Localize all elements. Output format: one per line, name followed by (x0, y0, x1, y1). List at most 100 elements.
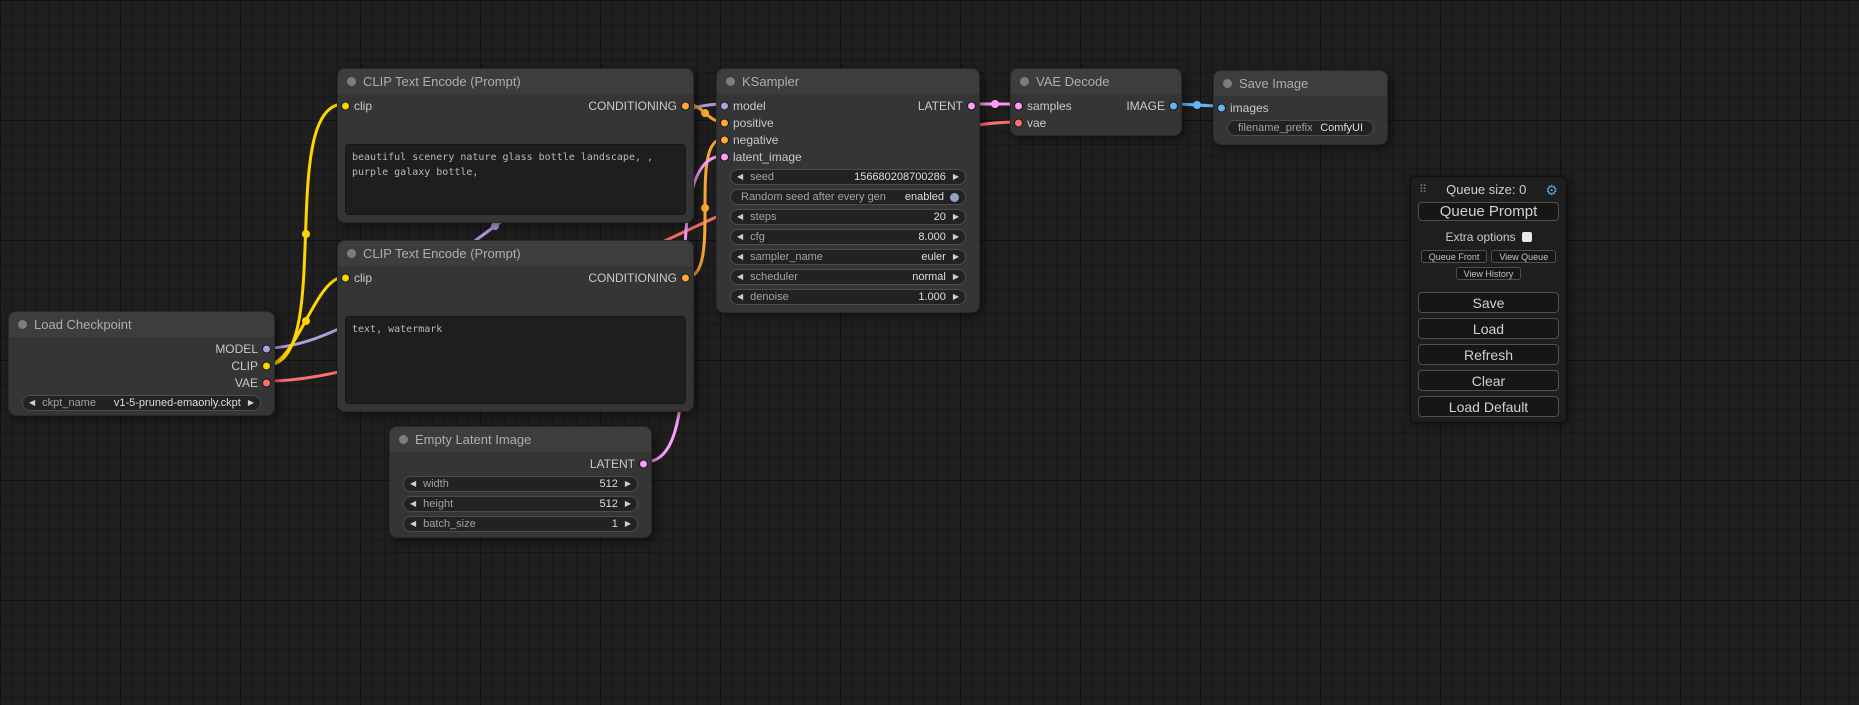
output-row-latent: LATENT (390, 455, 651, 472)
vae-input-port[interactable] (1014, 118, 1023, 127)
latent-image-input-port[interactable] (720, 152, 729, 161)
drag-handle-icon[interactable]: ⠿ (1419, 183, 1427, 196)
load-default-button[interactable]: Load Default (1418, 396, 1559, 417)
decrement-arrow-icon[interactable]: ◀ (737, 253, 743, 261)
vae-output-port[interactable] (262, 378, 271, 387)
increment-arrow-icon[interactable]: ▶ (625, 520, 631, 528)
decrement-arrow-icon[interactable]: ◀ (737, 273, 743, 281)
increment-arrow-icon[interactable]: ▶ (953, 173, 959, 181)
settings-gear-icon[interactable]: ⚙ (1545, 183, 1558, 197)
output-row-clip: CLIP (9, 357, 274, 374)
node-clip-text-encode-negative[interactable]: CLIP Text Encode (Prompt) clip CONDITION… (337, 240, 694, 412)
model-input-port[interactable] (720, 101, 729, 110)
negative-prompt-input[interactable]: text, watermark (345, 316, 686, 404)
widget-value: 512 (599, 498, 617, 510)
height-widget[interactable]: ◀ height 512 ▶ (403, 496, 638, 512)
clip-input-port[interactable] (341, 273, 350, 282)
decrement-arrow-icon[interactable]: ◀ (410, 480, 416, 488)
collapse-icon[interactable] (1020, 77, 1029, 86)
filename-prefix-widget[interactable]: filename_prefix ComfyUI (1227, 120, 1374, 136)
clear-button[interactable]: Clear (1418, 370, 1559, 391)
port-label: clip (354, 99, 372, 113)
scheduler-widget[interactable]: ◀ scheduler normal ▶ (730, 269, 966, 285)
decrement-arrow-icon[interactable]: ◀ (737, 173, 743, 181)
node-titlebar[interactable]: Save Image (1214, 71, 1387, 96)
graph-canvas[interactable]: Load Checkpoint MODEL CLIP VAE ◀ ckpt_na… (0, 0, 1859, 705)
control-after-generate-widget[interactable]: Random seed after every gen enabled (730, 189, 966, 205)
increment-arrow-icon[interactable]: ▶ (953, 233, 959, 241)
node-save-image[interactable]: Save Image images filename_prefix ComfyU… (1213, 70, 1388, 145)
queue-size-text: Queue size: 0 (1446, 182, 1526, 197)
save-button[interactable]: Save (1418, 292, 1559, 313)
width-widget[interactable]: ◀ width 512 ▶ (403, 476, 638, 492)
ckpt-name-widget[interactable]: ◀ ckpt_name v1-5-pruned-emaonly.ckpt ▶ (22, 395, 261, 411)
port-label: clip (354, 271, 372, 285)
port-label: CLIP (231, 359, 258, 373)
collapse-icon[interactable] (347, 249, 356, 258)
decrement-arrow-icon[interactable]: ◀ (29, 399, 35, 407)
node-titlebar[interactable]: VAE Decode (1011, 69, 1181, 94)
node-titlebar[interactable]: Empty Latent Image (390, 427, 651, 452)
collapse-icon[interactable] (18, 320, 27, 329)
link-dot-samples (991, 100, 999, 108)
increment-arrow-icon[interactable]: ▶ (953, 253, 959, 261)
clip-input-port[interactable] (341, 101, 350, 110)
decrement-arrow-icon[interactable]: ◀ (737, 293, 743, 301)
output-row-vae: VAE (9, 374, 274, 391)
images-input-port[interactable] (1217, 103, 1226, 112)
refresh-button[interactable]: Refresh (1418, 344, 1559, 365)
positive-input-port[interactable] (720, 118, 729, 127)
collapse-icon[interactable] (726, 77, 735, 86)
input-row-model: model (717, 97, 979, 114)
increment-arrow-icon[interactable]: ▶ (953, 273, 959, 281)
widget-value: euler (921, 251, 945, 263)
latent-output-port[interactable] (639, 459, 648, 468)
denoise-widget[interactable]: ◀ denoise 1.000 ▶ (730, 289, 966, 305)
positive-prompt-input[interactable]: beautiful scenery nature glass bottle la… (345, 144, 686, 215)
node-titlebar[interactable]: CLIP Text Encode (Prompt) (338, 241, 693, 266)
view-history-button[interactable]: View History (1456, 267, 1522, 280)
extra-options-checkbox[interactable] (1522, 232, 1532, 242)
queue-front-button[interactable]: Queue Front (1421, 250, 1488, 263)
decrement-arrow-icon[interactable]: ◀ (737, 213, 743, 221)
link-dot-conditioning-positive (701, 109, 709, 117)
clip-output-port[interactable] (262, 361, 271, 370)
sampler-name-widget[interactable]: ◀ sampler_name euler ▶ (730, 249, 966, 265)
decrement-arrow-icon[interactable]: ◀ (410, 500, 416, 508)
node-load-checkpoint[interactable]: Load Checkpoint MODEL CLIP VAE ◀ ckpt_na… (8, 311, 275, 416)
negative-input-port[interactable] (720, 135, 729, 144)
steps-widget[interactable]: ◀ steps 20 ▶ (730, 209, 966, 225)
decrement-arrow-icon[interactable]: ◀ (410, 520, 416, 528)
collapse-icon[interactable] (1223, 79, 1232, 88)
increment-arrow-icon[interactable]: ▶ (953, 293, 959, 301)
conditioning-output-port[interactable] (681, 273, 690, 282)
seed-widget[interactable]: ◀ seed 156680208700286 ▶ (730, 169, 966, 185)
batch-size-widget[interactable]: ◀ batch_size 1 ▶ (403, 516, 638, 532)
samples-input-port[interactable] (1014, 101, 1023, 110)
increment-arrow-icon[interactable]: ▶ (625, 500, 631, 508)
node-clip-text-encode-positive[interactable]: CLIP Text Encode (Prompt) clip CONDITION… (337, 68, 694, 223)
node-title: KSampler (742, 74, 799, 89)
increment-arrow-icon[interactable]: ▶ (625, 480, 631, 488)
collapse-icon[interactable] (347, 77, 356, 86)
node-empty-latent-image[interactable]: Empty Latent Image LATENT ◀ width 512 ▶ … (389, 426, 652, 538)
port-label: MODEL (215, 342, 258, 356)
cfg-widget[interactable]: ◀ cfg 8.000 ▶ (730, 229, 966, 245)
load-button[interactable]: Load (1418, 318, 1559, 339)
node-ksampler[interactable]: KSampler LATENT model positive negative … (716, 68, 980, 313)
queue-prompt-button[interactable]: Queue Prompt (1418, 202, 1559, 221)
increment-arrow-icon[interactable]: ▶ (248, 399, 254, 407)
widget-label: ckpt_name (42, 397, 96, 409)
conditioning-output-port[interactable] (681, 101, 690, 110)
node-vae-decode[interactable]: VAE Decode IMAGE samples vae (1010, 68, 1182, 136)
collapse-icon[interactable] (399, 435, 408, 444)
widget-label: width (423, 478, 449, 490)
node-titlebar[interactable]: Load Checkpoint (9, 312, 274, 337)
toggle-indicator-icon[interactable] (950, 193, 959, 202)
node-titlebar[interactable]: KSampler (717, 69, 979, 94)
view-queue-button[interactable]: View Queue (1491, 250, 1556, 263)
model-output-port[interactable] (262, 344, 271, 353)
increment-arrow-icon[interactable]: ▶ (953, 213, 959, 221)
decrement-arrow-icon[interactable]: ◀ (737, 233, 743, 241)
node-titlebar[interactable]: CLIP Text Encode (Prompt) (338, 69, 693, 94)
